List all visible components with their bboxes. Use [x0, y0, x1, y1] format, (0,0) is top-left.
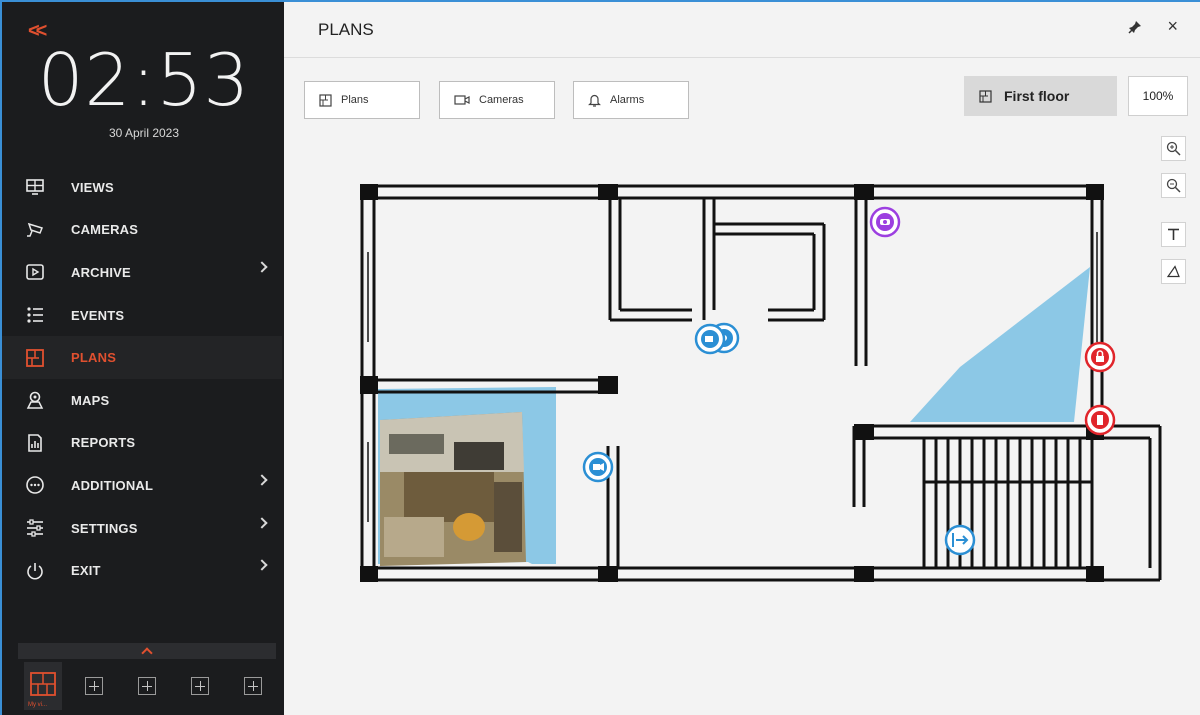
layout-tile-current[interactable]: My vi... [24, 662, 62, 710]
main-nav: VIEWS CAMERAS ARCHIVE EVENTS PLANS MAPS … [2, 166, 282, 592]
sidebar-item-label: CAMERAS [71, 222, 139, 238]
sidebar: << 02:53 30 April 2023 VIEWS CAMERAS ARC… [0, 0, 284, 715]
sidebar-item-label: PLANS [71, 350, 117, 366]
archive-icon [24, 261, 46, 283]
layout-tile-label: My vi... [28, 702, 47, 708]
chevron-right-icon [256, 559, 268, 572]
ptz-camera-icon[interactable] [869, 206, 901, 238]
date-label: 30 April 2023 [108, 126, 180, 140]
sidebar-item-additional[interactable]: ADDITIONAL [2, 464, 282, 507]
camera-icon[interactable] [582, 451, 614, 483]
sidebar-item-plans[interactable]: PLANS [2, 336, 282, 379]
chevron-right-icon [256, 474, 268, 486]
camera-icon [24, 219, 46, 241]
add-layout-button[interactable] [75, 662, 113, 710]
plus-icon [191, 677, 209, 695]
sidebar-item-reports[interactable]: REPORTS [2, 422, 282, 465]
add-layout-button[interactable] [234, 662, 272, 710]
add-layout-button[interactable] [128, 662, 166, 710]
floor-plan [360, 184, 1162, 582]
sidebar-item-label: SETTINGS [71, 520, 138, 536]
chevron-right-icon [256, 261, 268, 273]
sidebar-item-cameras[interactable]: CAMERAS [2, 209, 282, 252]
door-sensor-icon[interactable] [1084, 404, 1116, 436]
settings-icon [24, 517, 46, 539]
exit-icon[interactable] [944, 524, 976, 556]
sidebar-item-label: ADDITIONAL [71, 477, 154, 493]
sidebar-item-settings[interactable]: SETTINGS [2, 507, 282, 550]
chevron-right-icon [256, 517, 268, 529]
plans-panel: PLANS × Plans Cameras Alarms First floor… [284, 0, 1200, 715]
camera-snapshot [380, 412, 526, 566]
sidebar-item-exit[interactable]: EXIT [2, 549, 282, 592]
plus-icon [244, 677, 262, 695]
clock: 02:53 [37, 38, 251, 122]
sidebar-item-label: ARCHIVE [71, 264, 131, 280]
plans-icon [24, 347, 46, 369]
events-icon [24, 304, 46, 326]
plus-icon [138, 677, 156, 695]
sidebar-item-label: EXIT [71, 563, 101, 579]
plus-icon [85, 677, 103, 695]
power-icon [24, 560, 46, 582]
chevron-up-icon [141, 647, 153, 659]
camera-fov-area [910, 267, 1090, 422]
views-icon [24, 176, 46, 198]
lock-sensor-icon[interactable] [1084, 341, 1116, 373]
sidebar-item-label: VIEWS [71, 179, 114, 195]
sidebar-item-label: EVENTS [71, 307, 125, 323]
add-layout-button[interactable] [181, 662, 219, 710]
sidebar-item-label: MAPS [71, 392, 110, 408]
sidebar-item-archive[interactable]: ARCHIVE [2, 251, 282, 294]
sidebar-item-label: REPORTS [71, 435, 136, 451]
more-icon [24, 474, 46, 496]
expand-layouts-button[interactable] [18, 643, 276, 659]
sidebar-item-maps[interactable]: MAPS [2, 379, 282, 422]
sidebar-item-views[interactable]: VIEWS [2, 166, 282, 209]
reports-icon [24, 432, 46, 454]
sidebar-item-events[interactable]: EVENTS [2, 294, 282, 337]
maps-icon [24, 389, 46, 411]
layout-grid-icon [30, 672, 56, 696]
camera-icon[interactable] [694, 323, 726, 355]
